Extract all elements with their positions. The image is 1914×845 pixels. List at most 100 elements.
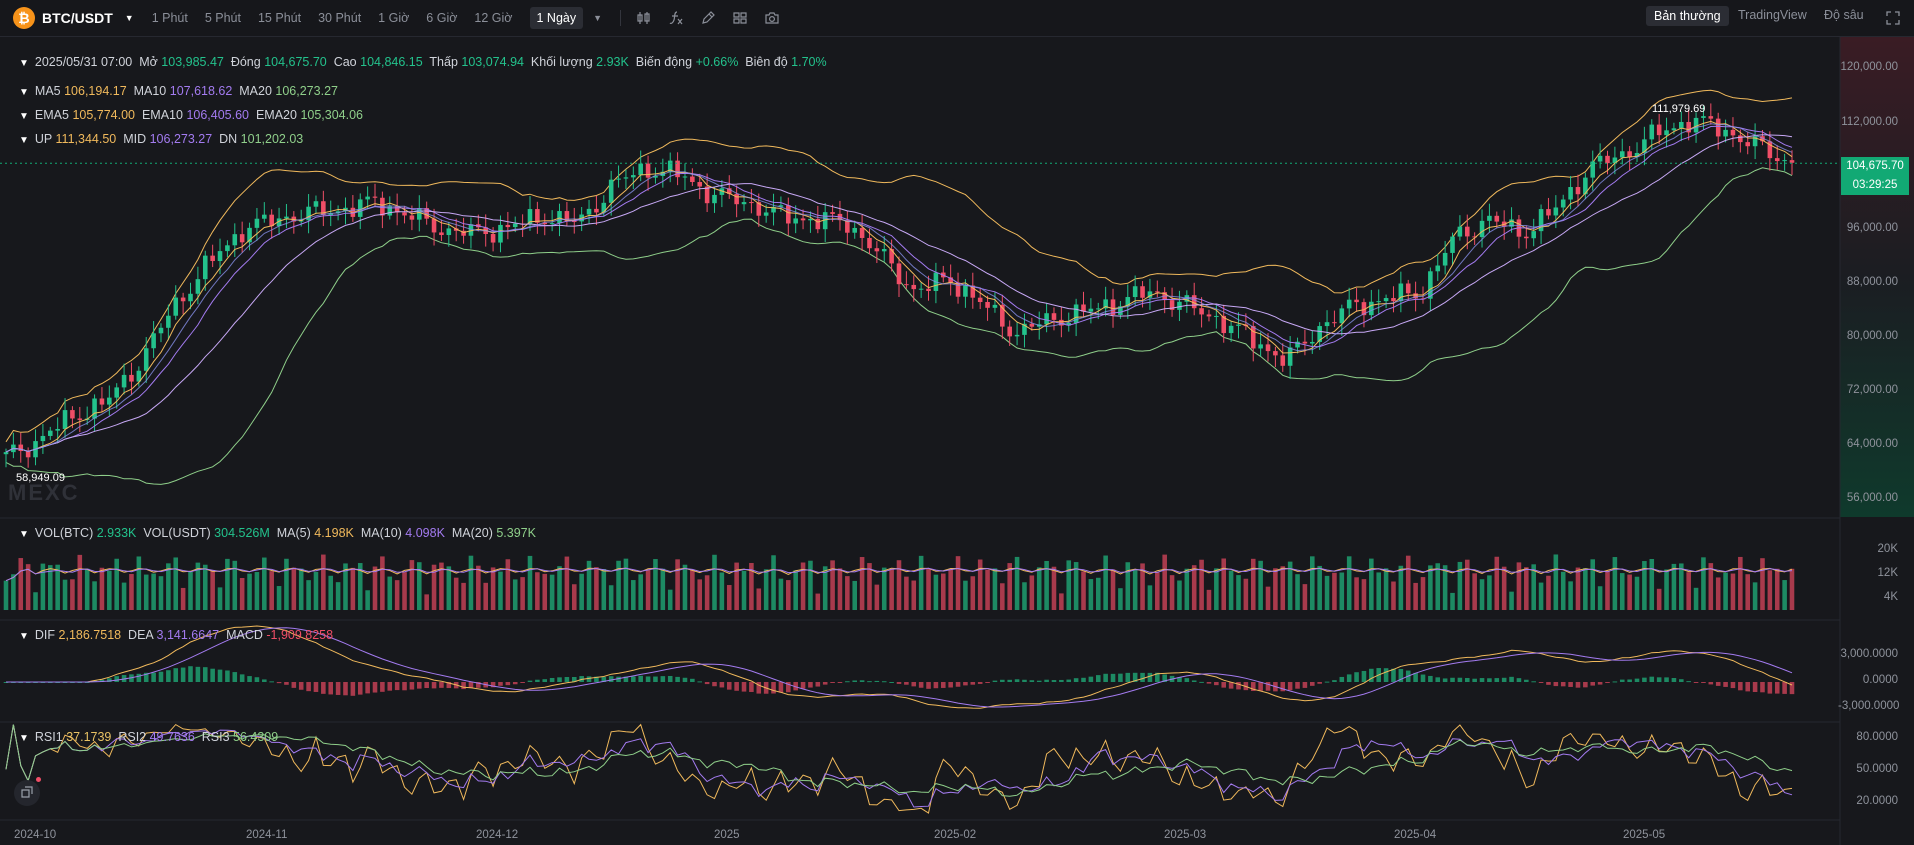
candle-body xyxy=(1715,118,1721,137)
macd-histogram-bar xyxy=(1516,678,1522,682)
candle-body xyxy=(498,224,503,243)
volume-bar xyxy=(1708,563,1714,610)
volume-bar xyxy=(675,559,680,610)
macd-histogram-bar xyxy=(247,676,252,682)
macd-tick: 3,000.0000 xyxy=(1840,648,1898,660)
volume-bar xyxy=(1664,569,1669,610)
candle-body xyxy=(1464,226,1470,237)
volume-bar xyxy=(1560,571,1566,610)
candle-body xyxy=(867,237,872,249)
volume-bar xyxy=(121,582,127,610)
candle-body xyxy=(1560,199,1566,208)
macd-histogram-bar xyxy=(1782,682,1787,694)
candle-body xyxy=(800,218,806,221)
candle-body xyxy=(1671,128,1677,131)
volume-bar xyxy=(1405,555,1411,610)
candle-body xyxy=(1369,301,1374,316)
price-tick: 56,000.00 xyxy=(1846,492,1898,504)
macd-histogram-bar xyxy=(1354,672,1359,682)
macd-histogram-bar xyxy=(1531,681,1536,683)
macd-histogram-bar xyxy=(1708,682,1714,685)
macd-histogram-bar xyxy=(505,682,511,686)
macd-histogram-bar xyxy=(1295,682,1300,689)
macd-histogram-bar xyxy=(1679,679,1684,682)
candle-body xyxy=(830,212,835,214)
macd-histogram-bar xyxy=(1317,682,1322,684)
candle-body xyxy=(586,208,592,215)
candle-body xyxy=(874,248,880,252)
collapse-chevron-icon: ▼ xyxy=(19,87,29,98)
layers-icon[interactable] xyxy=(14,780,40,806)
macd-histogram-bar xyxy=(771,682,776,694)
chart-canvas[interactable] xyxy=(0,0,1914,845)
volume-bar xyxy=(1383,568,1389,610)
volume-bar xyxy=(1110,569,1116,610)
macd-histogram-bar xyxy=(1214,682,1219,686)
volume-bar xyxy=(1184,568,1190,610)
volume-bar xyxy=(1612,557,1618,610)
macd-histogram-bar xyxy=(1501,677,1507,682)
volume-bar xyxy=(1000,583,1005,610)
volume-bar xyxy=(1553,554,1559,610)
macd-histogram-bar xyxy=(1767,682,1773,694)
volume-bar xyxy=(631,580,636,610)
volume-bar xyxy=(1686,572,1691,610)
volume-bar xyxy=(881,567,887,610)
candle-body xyxy=(254,218,260,228)
volume-bar xyxy=(1191,565,1197,610)
volume-bar xyxy=(1118,588,1123,610)
candle-body xyxy=(188,293,193,302)
macd-histogram-bar xyxy=(394,682,400,691)
price-tick: 72,000.00 xyxy=(1846,384,1898,396)
macd-histogram-bar xyxy=(859,680,865,682)
volume-bar xyxy=(1310,556,1315,610)
macd-histogram-bar xyxy=(874,680,880,682)
candle-body xyxy=(1664,130,1669,136)
candle-body xyxy=(55,428,60,431)
volume-bar xyxy=(970,576,976,610)
volume-bar xyxy=(955,556,961,610)
volume-bar xyxy=(1250,558,1256,610)
volume-bar xyxy=(1767,570,1773,610)
macd-histogram-bar xyxy=(166,670,171,682)
volume-bar xyxy=(99,567,105,610)
candle-body xyxy=(409,215,415,220)
volume-bar xyxy=(756,588,762,610)
macd-histogram-bar xyxy=(1583,682,1588,688)
candle-body xyxy=(1782,160,1787,162)
candle-body xyxy=(1155,291,1160,293)
volume-bar xyxy=(70,579,75,610)
macd-histogram-bar xyxy=(1671,677,1677,682)
candle-body xyxy=(1568,187,1573,200)
candle-body xyxy=(62,410,68,429)
candle-body xyxy=(815,218,821,230)
candle-body xyxy=(594,208,599,213)
macd-histogram-bar xyxy=(1428,675,1433,682)
collapse-chevron-icon: ▼ xyxy=(19,529,29,540)
volume-bar xyxy=(778,578,784,610)
volume-bar xyxy=(1265,586,1271,610)
volume-bar xyxy=(1723,572,1728,610)
volume-bar xyxy=(763,569,769,610)
macd-histogram-bar xyxy=(631,676,636,682)
macd-histogram-bar xyxy=(992,680,998,682)
candle-body xyxy=(202,255,208,280)
volume-bar xyxy=(188,571,193,610)
candle-body xyxy=(92,398,97,419)
volume-bar xyxy=(1752,582,1758,610)
macd-histogram-bar xyxy=(845,681,850,683)
volume-bar xyxy=(84,568,90,610)
volume-bar xyxy=(498,571,503,610)
volume-bar xyxy=(889,568,894,610)
volume-bar xyxy=(1782,580,1787,610)
time-tick: 2025-04 xyxy=(1394,829,1437,841)
candle-body xyxy=(1088,308,1094,312)
macd-histogram-bar xyxy=(889,681,894,683)
volume-bar xyxy=(1273,568,1278,610)
candle-body xyxy=(1273,351,1278,356)
macd-histogram-bar xyxy=(1538,682,1544,683)
volume-bar xyxy=(1494,556,1500,610)
macd-tick: -3,000.0000 xyxy=(1838,700,1900,712)
volume-bar xyxy=(940,573,946,610)
macd-histogram-bar xyxy=(1627,679,1632,682)
